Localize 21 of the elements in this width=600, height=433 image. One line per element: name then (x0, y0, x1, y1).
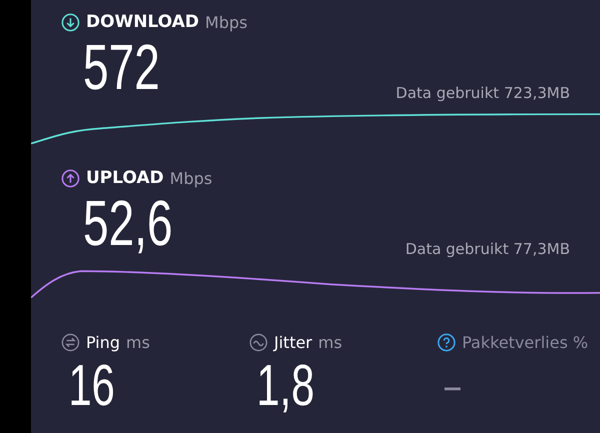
metric-label: Ping (86, 332, 120, 352)
metric-label: Jitter (274, 332, 312, 352)
arrow-down-icon (61, 12, 80, 32)
help-icon[interactable] (437, 332, 456, 352)
speed-value: 52,6 (83, 190, 173, 256)
speed-label: DOWNLOAD (86, 12, 200, 32)
data-used-text: Data gebruikt 77,3MB (405, 240, 570, 258)
ping-icon (61, 332, 80, 352)
unit-label: ms (318, 332, 342, 352)
unit-label: Mbps (170, 168, 212, 188)
metric-label: Pakketverlies % (462, 332, 588, 352)
metric-value: 16 (67, 354, 115, 418)
metric-value: – (443, 363, 460, 410)
arrow-up-icon (61, 168, 80, 188)
wave-icon (249, 332, 268, 352)
unit-label: ms (126, 332, 150, 352)
metric-value: 1,8 (255, 354, 314, 418)
speed-value: 572 (83, 34, 160, 100)
unit-label: Mbps (205, 12, 248, 32)
speed-label: UPLOAD (86, 168, 164, 188)
data-used-text: Data gebruikt 723,3MB (396, 84, 570, 102)
